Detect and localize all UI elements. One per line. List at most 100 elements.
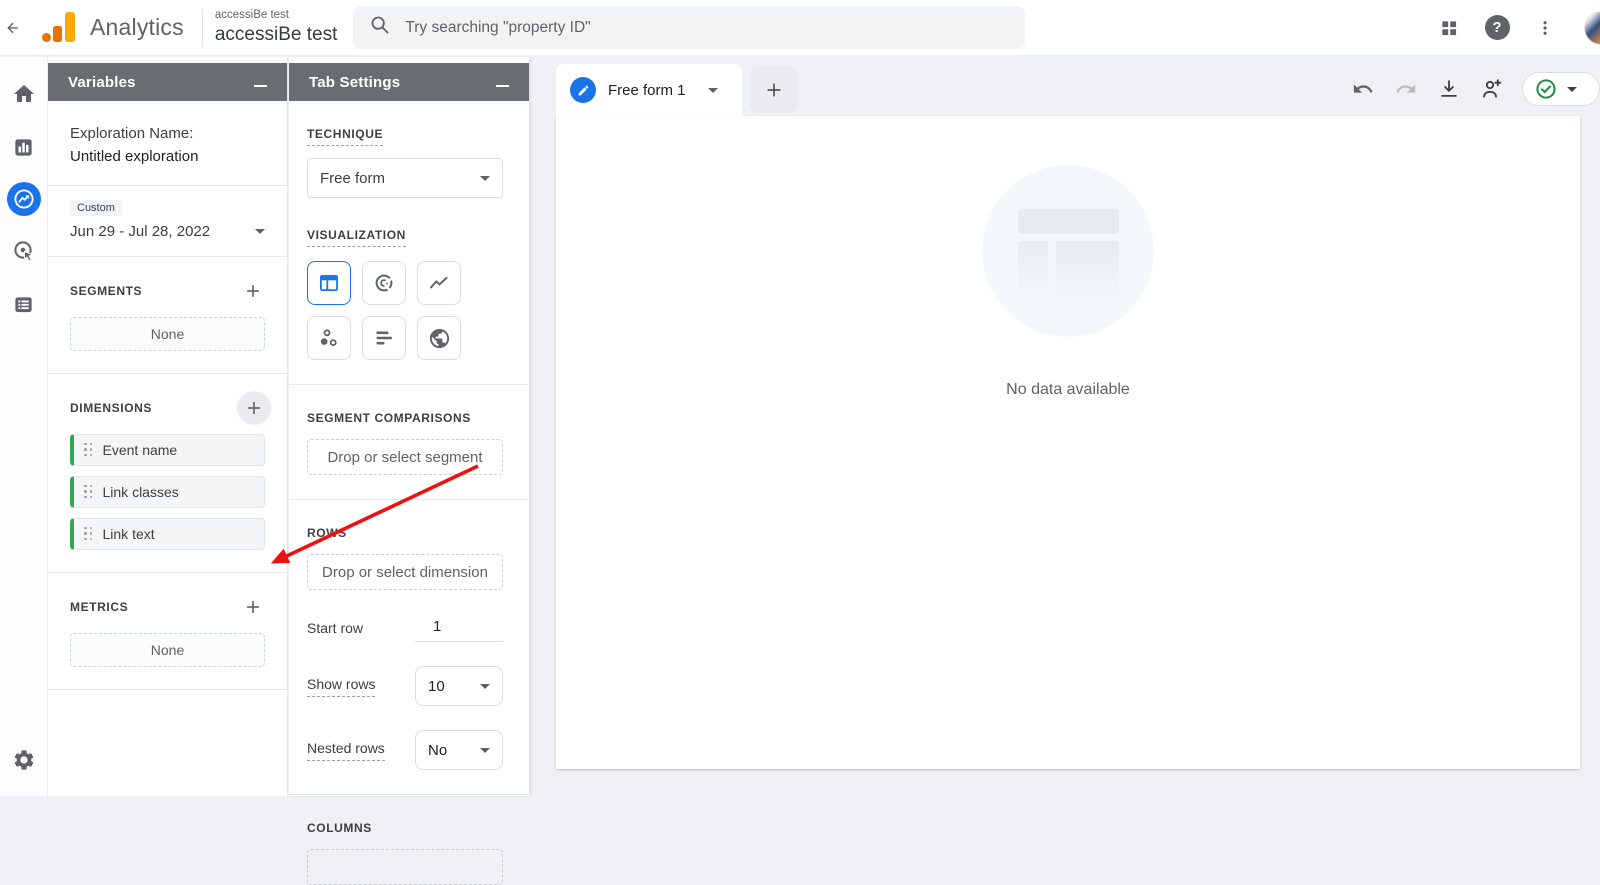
tab-settings-title: Tab Settings (309, 74, 400, 91)
settings-gear-icon[interactable] (0, 748, 48, 772)
add-segment-button[interactable] (241, 279, 265, 303)
check-circle-icon (1535, 78, 1557, 100)
viz-table-icon[interactable] (307, 261, 351, 305)
dimension-chip-label: Link text (103, 526, 155, 542)
back-arrow-icon[interactable] (0, 18, 26, 38)
variables-title: Variables (68, 74, 136, 91)
divider (48, 373, 287, 374)
nav-library-icon[interactable] (11, 291, 37, 317)
segments-label: SEGMENTS (70, 284, 142, 298)
nav-reports-icon[interactable] (11, 134, 37, 160)
divider (289, 384, 529, 385)
search-icon (369, 14, 391, 41)
start-row-label: Start row (307, 620, 363, 636)
nav-explore-icon[interactable] (7, 182, 41, 216)
columns-label: COLUMNS (307, 821, 372, 835)
undo-icon[interactable] (1350, 76, 1376, 102)
divider (289, 499, 529, 500)
tab-label: Free form 1 (608, 82, 686, 99)
show-rows-select[interactable]: 10 (415, 666, 503, 706)
viz-geo-map-icon[interactable] (417, 316, 461, 360)
viz-bar-chart-icon[interactable] (362, 316, 406, 360)
nested-rows-value: No (428, 742, 447, 759)
date-badge: Custom (70, 200, 122, 216)
edit-pencil-icon (570, 77, 596, 103)
left-nav (0, 57, 48, 796)
variables-panel: Variables Exploration Name: Untitled exp… (48, 57, 287, 796)
exploration-canvas: Free form 1 (556, 64, 1580, 769)
segment-comparisons-label: SEGMENT COMPARISONS (307, 411, 471, 425)
grid-icon[interactable] (1436, 15, 1462, 41)
drag-handle-icon (84, 527, 94, 542)
viz-donut-icon[interactable] (362, 261, 406, 305)
chevron-down-icon (480, 176, 490, 181)
show-rows-value: 10 (428, 678, 445, 695)
dimension-chip[interactable]: Link text (70, 518, 265, 550)
add-dimension-button[interactable] (237, 391, 271, 425)
tab-settings-panel-header: Tab Settings (289, 63, 529, 101)
date-range-value: Jun 29 - Jul 28, 2022 (70, 223, 210, 240)
dimension-chip[interactable]: Event name (70, 434, 265, 466)
viz-scatter-icon[interactable] (307, 316, 351, 360)
visualization-sheet: No data available (556, 116, 1580, 769)
drag-handle-icon (84, 485, 94, 500)
metrics-empty-box[interactable]: None (70, 633, 265, 667)
visualization-label: VISUALIZATION (307, 228, 406, 247)
empty-state: No data available (556, 165, 1580, 399)
save-status-button[interactable] (1522, 72, 1600, 106)
dimension-chip[interactable]: Link classes (70, 476, 265, 508)
columns-drop-zone[interactable] (307, 849, 503, 885)
avatar[interactable] (1584, 11, 1600, 45)
add-tab-button[interactable] (750, 67, 798, 113)
app-header: Analytics accessiBe test accessiBe test … (0, 0, 1600, 56)
analytics-logo-icon (40, 8, 76, 48)
minimize-icon[interactable] (254, 85, 267, 88)
tab-settings-panel: Tab Settings TECHNIQUE Free form VISUALI… (289, 57, 529, 796)
nav-home-icon[interactable] (11, 81, 37, 107)
dimension-chip-label: Link classes (103, 484, 179, 500)
nav-advertising-icon[interactable] (11, 238, 37, 264)
header-divider (202, 9, 203, 47)
canvas-toolbar (1350, 72, 1600, 106)
exploration-name-value[interactable]: Untitled exploration (70, 148, 265, 165)
segments-empty-box[interactable]: None (70, 317, 265, 351)
help-icon[interactable]: ? (1484, 15, 1510, 41)
start-row-input[interactable]: 1 (415, 614, 503, 642)
viz-line-chart-icon[interactable] (417, 261, 461, 305)
search-input[interactable] (405, 19, 965, 37)
rows-drop-zone[interactable]: Drop or select dimension (307, 554, 503, 590)
show-rows-label: Show rows (307, 676, 375, 697)
account-label: accessiBe test (215, 9, 338, 22)
date-range-selector[interactable]: Jun 29 - Jul 28, 2022 (70, 223, 265, 256)
drag-handle-icon (84, 443, 94, 458)
account-switcher[interactable]: accessiBe test accessiBe test (215, 9, 338, 46)
tab-free-form-1[interactable]: Free form 1 (556, 64, 742, 116)
nested-rows-label: Nested rows (307, 740, 385, 761)
minimize-icon[interactable] (496, 85, 509, 88)
technique-select[interactable]: Free form (307, 158, 503, 198)
canvas-tab-strip: Free form 1 (556, 64, 1580, 116)
empty-state-illustration (982, 165, 1154, 337)
dimensions-label: DIMENSIONS (70, 401, 152, 415)
divider (48, 256, 287, 257)
nested-rows-select[interactable]: No (415, 730, 503, 770)
share-users-icon[interactable] (1479, 76, 1505, 102)
exploration-name-label: Exploration Name: (70, 125, 265, 142)
chevron-down-icon (255, 229, 265, 234)
empty-state-text: No data available (1006, 381, 1130, 399)
brand-title: Analytics (90, 14, 184, 41)
more-vert-icon[interactable] (1532, 15, 1558, 41)
visualization-options (307, 261, 503, 360)
rows-label: ROWS (307, 526, 347, 540)
chevron-down-icon (1567, 87, 1577, 92)
add-metric-button[interactable] (241, 595, 265, 619)
search-bar[interactable] (353, 6, 1025, 49)
segment-drop-zone[interactable]: Drop or select segment (307, 439, 503, 475)
technique-value: Free form (320, 170, 385, 187)
redo-icon[interactable] (1393, 76, 1419, 102)
metrics-label: METRICS (70, 600, 128, 614)
header-actions: ? (1436, 11, 1600, 45)
divider (48, 689, 287, 690)
download-icon[interactable] (1436, 76, 1462, 102)
chevron-down-icon (480, 684, 490, 689)
